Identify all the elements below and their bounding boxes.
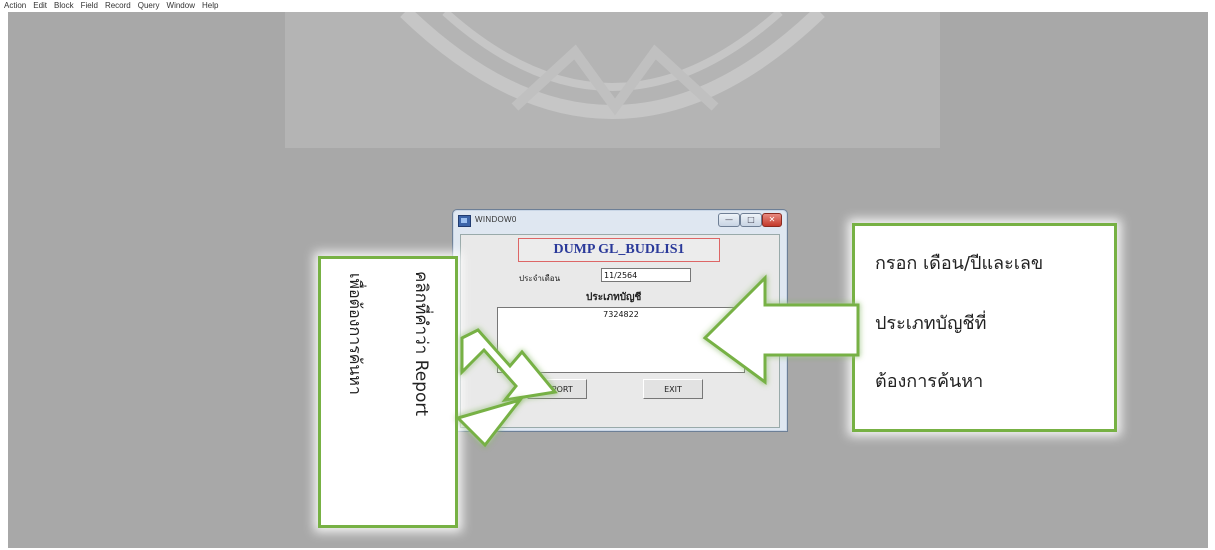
- arrow-left-pointing: [702, 274, 860, 385]
- arrow-lower-tail: [455, 397, 525, 448]
- arrow-down-right-pointing: [460, 328, 558, 403]
- callout-arrows: [455, 274, 860, 448]
